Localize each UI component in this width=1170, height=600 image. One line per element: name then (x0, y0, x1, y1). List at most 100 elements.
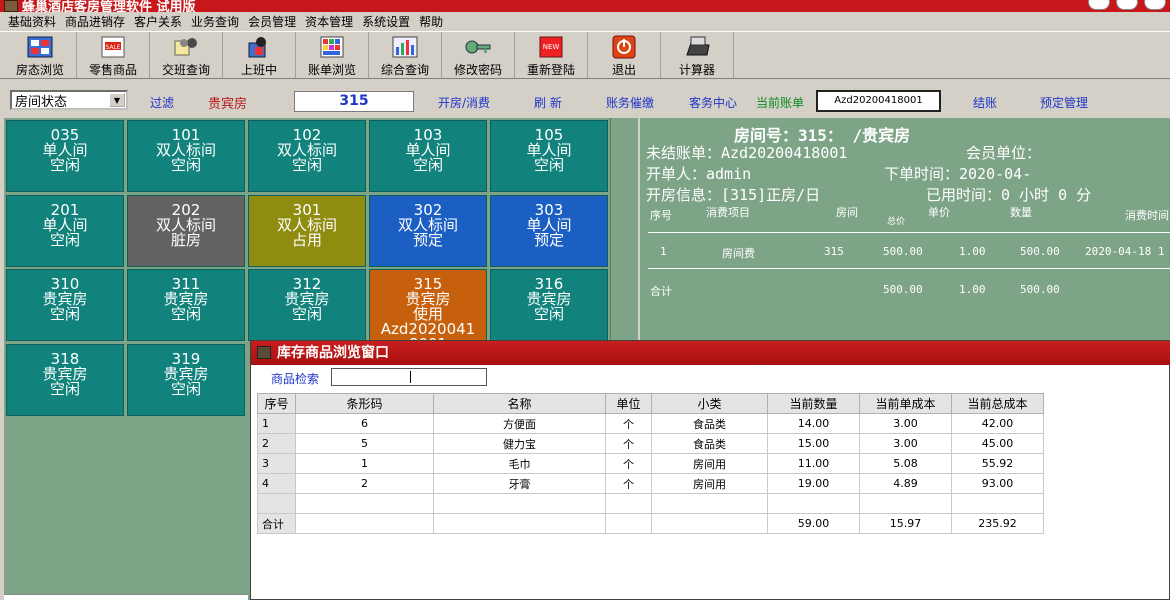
table-header-row: 序号 条形码 名称 单位 小类 当前数量 当前单成本 当前总成本 (257, 393, 1044, 414)
col-header[interactable]: 序号 (257, 393, 296, 414)
menu-business-query[interactable]: 业务查询 (189, 13, 246, 30)
toolbar: 房态浏览 SALE 零售商品 交班查询 上班中 账单浏览 综合查询 修改密码 N… (0, 31, 1170, 79)
room-status-icon (25, 35, 55, 59)
menu-capital[interactable]: 资本管理 (303, 13, 360, 30)
dunning-link[interactable]: 账务催缴 (606, 94, 654, 111)
cell: 食品类 (651, 413, 768, 434)
col-header[interactable]: 名称 (433, 393, 606, 414)
col-header[interactable]: 当前数量 (767, 393, 860, 414)
close-button[interactable] (1144, 0, 1166, 10)
cell: 6 (295, 413, 434, 434)
bill-browse-label: 账单浏览 (307, 63, 356, 77)
relogin-button[interactable]: NEW 重新登陆 (515, 32, 588, 78)
room-status-select-value: 房间状态 (15, 94, 68, 110)
cell: 15.00 (767, 433, 860, 454)
stock-window-title[interactable]: 库存商品浏览窗口 (251, 341, 1170, 365)
room-status-select[interactable]: 房间状态 ▼ (10, 90, 128, 110)
cell: 93.00 (951, 473, 1044, 494)
row-cell: 房间费 (722, 247, 755, 260)
reservation-link[interactable]: 预定管理 (1040, 94, 1088, 111)
col-header: 数量 (1010, 206, 1032, 219)
room-tile[interactable]: 316 贵宾房 空闲 (490, 269, 608, 341)
row-cell: 500.00 (883, 245, 923, 258)
menu-crm[interactable]: 客户关系 (132, 13, 189, 30)
service-center-link[interactable]: 客务中心 (689, 94, 737, 111)
maximize-button[interactable] (1116, 0, 1138, 10)
room-status: 占用 (291, 231, 322, 249)
opener: 开单人：admin (646, 165, 752, 183)
refresh-link[interactable]: 刷 新 (534, 94, 562, 111)
search-label: 商品检索 (271, 372, 320, 386)
retail-button[interactable]: SALE 零售商品 (77, 32, 150, 78)
col-header[interactable]: 当前单成本 (859, 393, 952, 414)
room-tile[interactable]: 201 单人间 空闲 (6, 195, 124, 267)
menu-basic-data[interactable]: 基础资料 (6, 13, 63, 30)
room-tile[interactable]: 318 贵宾房 空闲 (6, 344, 124, 416)
menu-inventory[interactable]: 商品进销存 (63, 13, 132, 30)
calculator-icon (682, 35, 712, 59)
table-row[interactable] (257, 493, 1044, 514)
cell: 2 (295, 473, 434, 494)
bill-browse-button[interactable]: 账单浏览 (296, 32, 369, 78)
room-tile[interactable]: 035 单人间 空闲 (6, 120, 124, 192)
col-header: 消费项目 (706, 206, 750, 219)
room-tile[interactable]: 101 双人标间 空闲 (127, 120, 245, 192)
room-status-label: 房态浏览 (15, 63, 64, 77)
row-cell: 1.00 (959, 245, 986, 258)
total-cell: 合计 (650, 285, 672, 298)
stock-window: 库存商品浏览窗口 商品检索 序号 条形码 名称 单位 小类 当前数量 当前单成本… (250, 340, 1170, 600)
general-query-button[interactable]: 综合查询 (369, 32, 442, 78)
cell: 健力宝 (433, 433, 606, 454)
menu-settings[interactable]: 系统设置 (360, 13, 417, 30)
room-status: 空闲 (49, 380, 80, 398)
minimize-button[interactable] (1088, 0, 1110, 10)
search-input[interactable] (331, 368, 487, 386)
row-cell: 1 (660, 245, 667, 258)
room-number-field[interactable]: 315 (294, 91, 414, 112)
handover-icon (171, 35, 201, 59)
current-bill-field[interactable]: Azd20200418001 (816, 90, 941, 112)
col-header[interactable]: 小类 (651, 393, 768, 414)
room-tile[interactable]: 302 双人标间 预定 (369, 195, 487, 267)
exit-button[interactable]: 退出 (588, 32, 661, 78)
col-header[interactable]: 单位 (605, 393, 652, 414)
cell (295, 493, 434, 514)
status-bar (4, 594, 248, 600)
handover-query-button[interactable]: 交班查询 (150, 32, 223, 78)
menu-member[interactable]: 会员管理 (246, 13, 303, 30)
room-tile[interactable]: 105 单人间 空闲 (490, 120, 608, 192)
cell: 19.00 (767, 473, 860, 494)
table-row[interactable]: 4 2 牙膏 个 房间用 19.00 4.89 93.00 (257, 473, 1044, 494)
table-row[interactable]: 2 5 健力宝 个 食品类 15.00 3.00 45.00 (257, 433, 1044, 454)
room-tile[interactable]: 202 双人标间 脏房 (127, 195, 245, 267)
room-type-label: 贵宾房 (208, 97, 248, 112)
room-tile[interactable]: 102 双人标间 空闲 (248, 120, 366, 192)
room-status-button[interactable]: 房态浏览 (4, 32, 77, 78)
window-title: 蜂巢酒店客房管理软件 试用版 (22, 0, 196, 12)
cell (257, 493, 296, 514)
room-status: 空闲 (170, 380, 201, 398)
col-header[interactable]: 当前总成本 (951, 393, 1044, 414)
room-tile[interactable]: 311 贵宾房 空闲 (127, 269, 245, 341)
cell: 14.00 (767, 413, 860, 434)
room-tile[interactable]: 319 贵宾房 空闲 (127, 344, 245, 416)
room-tile[interactable]: 303 单人间 预定 (490, 195, 608, 267)
checkout-link[interactable]: 结账 (973, 94, 997, 111)
used-time: 已用时间：0 小时 0 分 (926, 186, 1092, 204)
filter-link[interactable]: 过滤 (150, 94, 174, 111)
open-room-link[interactable]: 开房/消费 (438, 94, 490, 111)
window-controls (1088, 0, 1166, 10)
chevron-down-icon[interactable]: ▼ (109, 93, 125, 107)
room-tile[interactable]: 312 贵宾房 空闲 (248, 269, 366, 341)
table-row[interactable]: 3 1 毛巾 个 房间用 11.00 5.08 55.92 (257, 453, 1044, 474)
room-tile[interactable]: 301 双人标间 占用 (248, 195, 366, 267)
room-tile[interactable]: 103 单人间 空闲 (369, 120, 487, 192)
change-password-button[interactable]: 修改密码 (442, 32, 515, 78)
calculator-button[interactable]: 计算器 (661, 32, 734, 78)
col-header[interactable]: 条形码 (295, 393, 434, 414)
table-row[interactable]: 1 6 方便面 个 食品类 14.00 3.00 42.00 (257, 413, 1044, 434)
on-duty-button[interactable]: 上班中 (223, 32, 296, 78)
room-tile[interactable]: 310 贵宾房 空闲 (6, 269, 124, 341)
menu-help[interactable]: 帮助 (417, 13, 450, 30)
room-tile[interactable]: 315 贵宾房 使用 Azd2020041 8001 (369, 269, 487, 341)
